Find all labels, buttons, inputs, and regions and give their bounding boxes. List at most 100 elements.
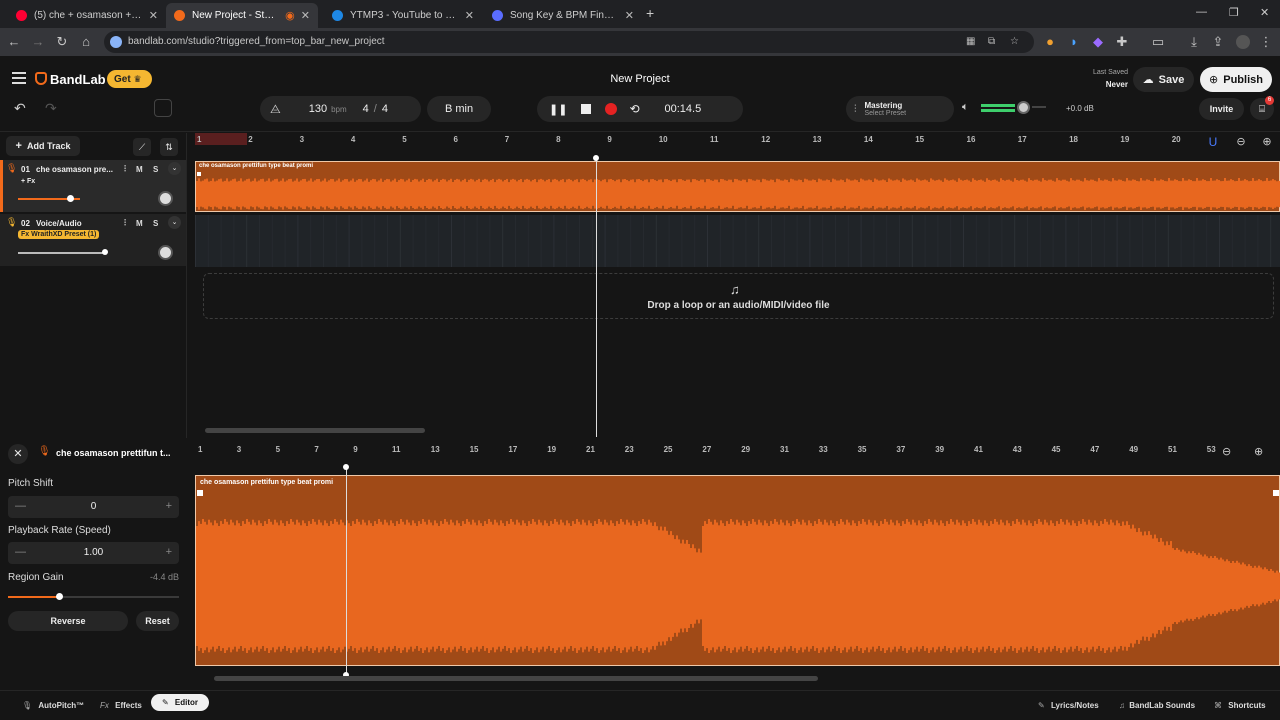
playhead-handle[interactable]: [593, 155, 599, 161]
track-2-lane[interactable]: [195, 215, 1280, 267]
bpm-value[interactable]: 130: [309, 103, 327, 115]
close-icon[interactable]: ✕: [149, 9, 158, 22]
publish-button[interactable]: ⊕ Publish: [1200, 67, 1272, 92]
home-icon[interactable]: ⌂: [78, 34, 94, 50]
close-icon[interactable]: ✕: [465, 9, 474, 22]
pan-knob[interactable]: [158, 191, 173, 206]
track-name[interactable]: che osamason pre...: [36, 165, 120, 174]
fx-preset-badge[interactable]: Fx WraithXD Preset (1): [18, 230, 100, 239]
solo-button[interactable]: S: [153, 165, 158, 174]
invite-button[interactable]: Invite: [1199, 98, 1244, 120]
master-volume-knob[interactable]: [1017, 101, 1030, 114]
pitch-shift-value[interactable]: 0: [8, 501, 179, 512]
bookmark-star-icon[interactable]: ☆: [1010, 31, 1019, 53]
close-icon[interactable]: ✕: [301, 9, 310, 22]
pause-icon[interactable]: ❚❚: [549, 103, 567, 116]
add-fx-button[interactable]: + Fx: [18, 177, 38, 186]
new-tab-button[interactable]: +: [646, 5, 654, 21]
timeline-ruler[interactable]: 1 2 3 4 5 6 7 8 9 10 11 12 13 14 15 16 17 18 19 20: [195, 133, 1200, 147]
zoom-out-icon[interactable]: ⊖: [1222, 445, 1231, 458]
loop-icon[interactable]: ⟲: [629, 102, 639, 116]
redo-icon[interactable]: ↷: [45, 100, 57, 117]
menu-dots-icon[interactable]: ⋮: [1258, 34, 1274, 50]
editor-playhead-handle[interactable]: [343, 464, 349, 470]
editor-horizontal-scrollbar[interactable]: [214, 676, 818, 681]
track-menu-icon[interactable]: ⋮: [121, 218, 129, 227]
plus-icon[interactable]: +: [166, 546, 172, 558]
project-title[interactable]: New Project: [540, 73, 740, 85]
loop-region-marker[interactable]: [195, 133, 247, 145]
plus-icon[interactable]: +: [166, 500, 172, 512]
playback-rate-value[interactable]: 1.00: [8, 547, 179, 558]
reload-icon[interactable]: ↻: [54, 34, 70, 50]
download-icon[interactable]: ⤓: [1186, 34, 1202, 50]
save-button[interactable]: ☁ Save: [1133, 67, 1194, 92]
time-signature-numerator[interactable]: 4: [363, 103, 369, 115]
profile-avatar[interactable]: [1236, 35, 1250, 49]
track-row-2[interactable]: 🎙︎ 02 Voice/Audio ⋮ M S ⌄ Fx WraithXD Pr…: [0, 214, 186, 266]
pitch-shift-stepper[interactable]: — 0 +: [8, 496, 179, 518]
share-icon[interactable]: ⇪: [1210, 34, 1226, 50]
chevron-down-icon[interactable]: ⌄: [168, 162, 181, 175]
translate-icon[interactable]: ▦: [966, 31, 975, 53]
browser-tab-youtube[interactable]: (5) che + osamason + prettifun ✕: [8, 3, 166, 28]
url-input[interactable]: bandlab.com/studio?triggered_from=top_ba…: [104, 31, 1034, 53]
track-settings-icon[interactable]: ⇅: [160, 138, 178, 156]
extension-icon[interactable]: ◆: [1090, 34, 1106, 50]
close-icon[interactable]: ✕: [625, 9, 634, 22]
metronome-icon[interactable]: ⨺: [270, 102, 281, 117]
effects-tab[interactable]: Fx Effects: [100, 701, 142, 710]
automation-icon[interactable]: ⟋: [133, 138, 151, 156]
pan-knob[interactable]: [158, 245, 173, 260]
bandlab-sounds-tab[interactable]: ♫ BandLab Sounds: [1119, 701, 1195, 710]
browser-tab-tunebat[interactable]: Song Key & BPM Finder | Tunel ✕: [484, 3, 642, 28]
autopitch-tab[interactable]: 🎙︎ AutoPitch™: [22, 701, 84, 710]
hamburger-icon[interactable]: [12, 72, 26, 84]
key-button[interactable]: B min: [427, 96, 491, 122]
undo-icon[interactable]: ↶: [14, 100, 26, 117]
shortcuts-tab[interactable]: ⌘ Shortcuts: [1214, 701, 1266, 710]
time-signature-denominator[interactable]: 4: [382, 103, 388, 115]
back-icon[interactable]: ←: [6, 34, 22, 50]
mute-button[interactable]: M: [136, 165, 143, 174]
mastering-button[interactable]: ⫶ Mastering Select Preset: [846, 96, 954, 122]
reverse-button[interactable]: Reverse: [8, 611, 128, 631]
get-membership-button[interactable]: Get ♛: [107, 70, 152, 88]
track-name[interactable]: Voice/Audio: [36, 219, 82, 228]
track-row-1[interactable]: 🎙︎ 01 che osamason pre... ⋮ M S ⌄ + Fx: [0, 160, 186, 212]
region-start-handle[interactable]: [197, 490, 203, 496]
close-window-button[interactable]: ✕: [1260, 6, 1269, 19]
site-info-icon[interactable]: [110, 36, 122, 48]
drop-zone[interactable]: ♫ Drop a loop or an audio/MIDI/video fil…: [203, 273, 1274, 319]
mute-button[interactable]: M: [136, 219, 143, 228]
track-volume-slider[interactable]: [67, 195, 74, 202]
minimize-button[interactable]: —: [1196, 6, 1207, 18]
editor-audio-region[interactable]: che osamason prettifun type beat promi: [195, 475, 1280, 666]
lyrics-notes-tab[interactable]: ✎ Lyrics/Notes: [1038, 701, 1099, 710]
install-icon[interactable]: ⧉: [988, 31, 995, 53]
editor-ruler[interactable]: 1 3 5 7 9 11 13 15 17 19 21 23 25 27 29 31 33 35 37 39 41 43 4…: [195, 440, 1216, 458]
solo-button[interactable]: S: [153, 219, 158, 228]
browser-tab-studio[interactable]: New Project - Studio ◉ ✕: [166, 3, 318, 28]
maximize-button[interactable]: ❐: [1229, 6, 1239, 19]
horizontal-scrollbar[interactable]: [205, 428, 425, 433]
region-end-handle[interactable]: [1273, 490, 1279, 496]
forward-icon[interactable]: →: [30, 34, 46, 50]
extension-icon[interactable]: ●: [1042, 34, 1058, 50]
extension-icon[interactable]: ◗: [1066, 34, 1082, 50]
add-track-button[interactable]: + Add Track: [6, 136, 80, 156]
track-menu-icon[interactable]: ⋮: [121, 164, 129, 173]
audio-region-track-1[interactable]: che osamason prettifun type beat promi: [195, 161, 1280, 212]
close-editor-button[interactable]: ✕: [8, 444, 28, 464]
region-gain-slider[interactable]: [56, 593, 63, 600]
record-icon[interactable]: [605, 103, 618, 115]
track-volume-slider[interactable]: [102, 249, 108, 255]
editor-tab[interactable]: ✎ Editor: [151, 694, 209, 711]
browser-tab-ytmp3[interactable]: YTMP3 - YouTube to MP3 Conv ✕: [324, 3, 482, 28]
mixer-toggle-icon[interactable]: [154, 99, 172, 117]
reset-button[interactable]: Reset: [136, 611, 179, 631]
playback-rate-stepper[interactable]: — 1.00 +: [8, 542, 179, 564]
speaker-icon[interactable]: 🔈︎: [962, 101, 969, 114]
zoom-in-icon[interactable]: ⊕: [1254, 445, 1263, 458]
stop-icon[interactable]: [581, 104, 592, 114]
